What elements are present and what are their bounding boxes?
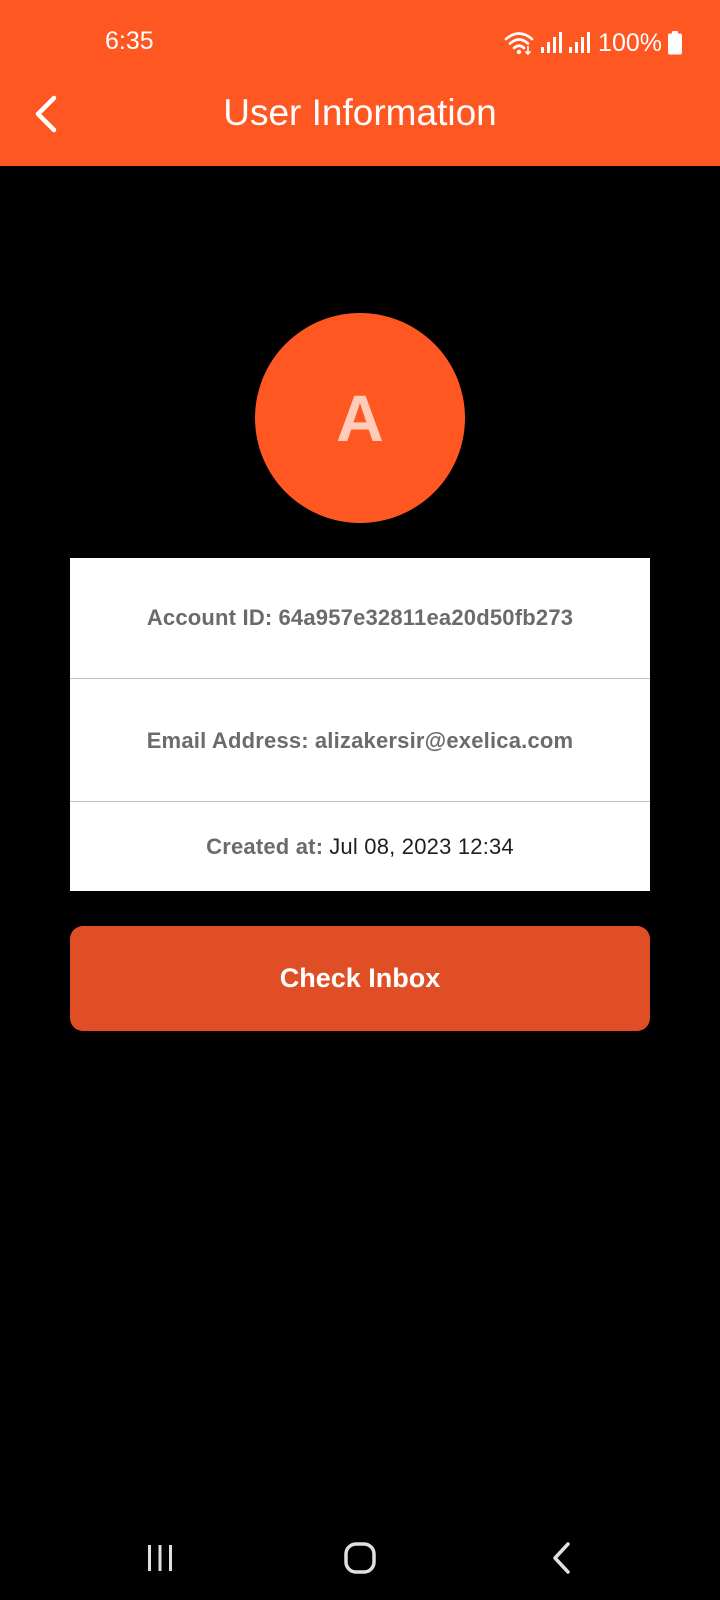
- status-bar: 6:35 100%: [0, 0, 720, 86]
- status-icons: 100%: [504, 27, 682, 59]
- created-at-value: Jul 08, 2023 12:34: [329, 834, 514, 859]
- recent-apps-button[interactable]: [120, 1520, 200, 1600]
- account-id-row: Account ID: 64a957e32811ea20d50fb273: [70, 558, 650, 679]
- battery-percent: 100%: [598, 28, 662, 57]
- created-at-row: Created at: Jul 08, 2023 12:34: [70, 803, 650, 891]
- home-icon: [343, 1541, 377, 1580]
- user-info-card: Account ID: 64a957e32811ea20d50fb273 Ema…: [70, 558, 650, 891]
- wifi-icon: [504, 30, 534, 56]
- email-row: Email Address: alizakersir@exelica.com: [70, 680, 650, 802]
- home-button[interactable]: [320, 1520, 400, 1600]
- user-information-screen: 6:35 100% User Information A Account ID:…: [0, 0, 720, 1600]
- avatar: A: [255, 313, 465, 523]
- signal-icon: [540, 31, 563, 55]
- back-icon: [550, 1541, 574, 1580]
- header: 6:35 100% User Information: [0, 0, 720, 166]
- battery-icon: [668, 31, 682, 55]
- account-id-value: 64a957e32811ea20d50fb273: [278, 605, 574, 630]
- email-value: alizakersir@exelica.com: [314, 727, 574, 753]
- created-at-label: Created at:: [206, 834, 324, 859]
- page-title: User Information: [223, 92, 497, 133]
- recent-apps-icon: [145, 1543, 175, 1578]
- app-bar: User Information: [0, 86, 720, 166]
- email-label: Email Address:: [146, 727, 309, 753]
- nav-back-button[interactable]: [522, 1520, 602, 1600]
- account-id-label: Account ID:: [146, 605, 273, 630]
- signal-icon-secondary: [568, 31, 591, 55]
- status-time: 6:35: [105, 27, 154, 55]
- avatar-letter: A: [336, 381, 384, 455]
- check-inbox-button[interactable]: Check Inbox: [70, 926, 650, 1031]
- system-nav-bar: [0, 1520, 720, 1600]
